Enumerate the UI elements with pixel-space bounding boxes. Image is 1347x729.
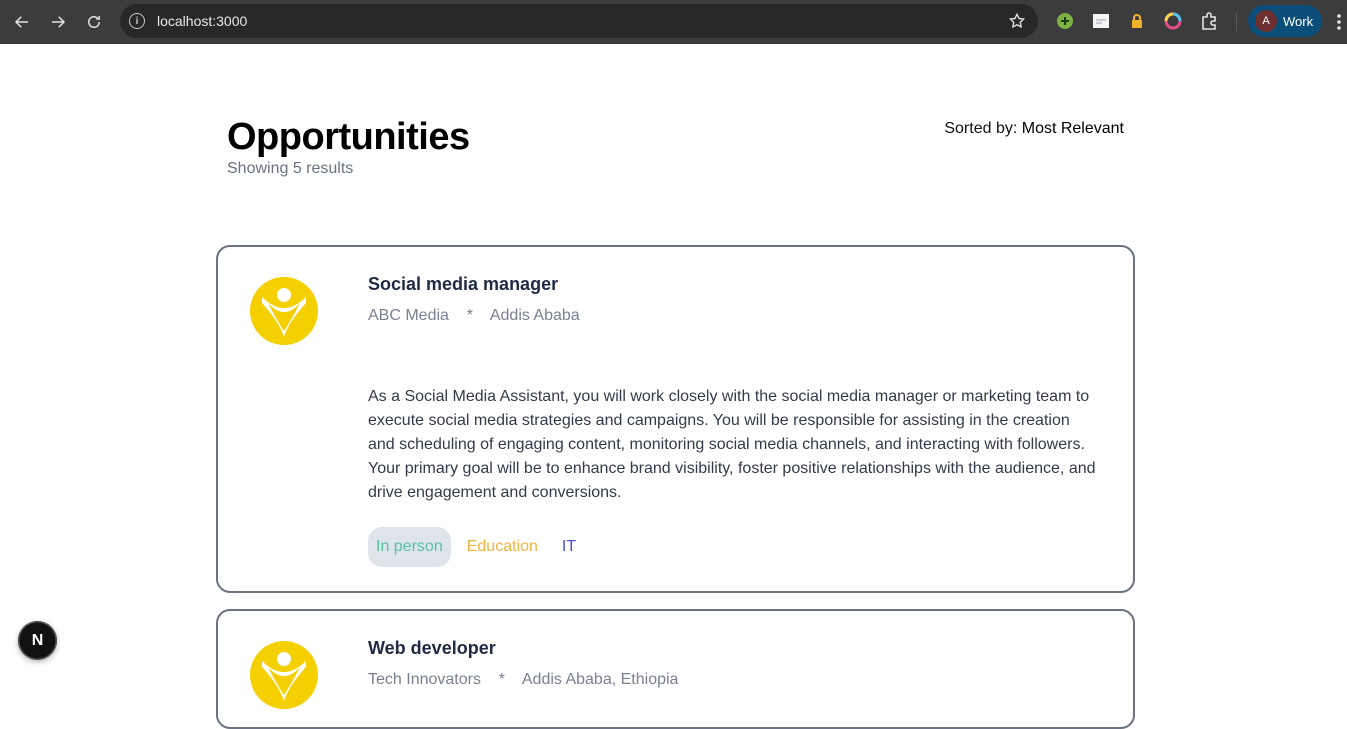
company-logo — [250, 277, 318, 345]
job-meta: Tech Innovators * Addis Ababa, Ethiopia — [368, 671, 678, 689]
forward-button[interactable] — [40, 4, 76, 40]
job-title[interactable]: Social media manager — [368, 274, 558, 295]
back-button[interactable] — [4, 4, 40, 40]
site-info-icon[interactable]: i — [129, 13, 145, 29]
tag-education: Education — [466, 538, 538, 555]
tag-in-person: In person — [368, 527, 451, 567]
job-location: Addis Ababa, Ethiopia — [521, 671, 679, 688]
job-meta: ABC Media * Addis Ababa — [368, 307, 580, 325]
profile-button[interactable]: A Work — [1248, 5, 1322, 37]
tag-it: IT — [561, 538, 577, 555]
sort-control[interactable]: Sorted by: Most Relevant — [944, 120, 1124, 138]
reload-icon — [88, 16, 100, 28]
extension-green-plus-icon[interactable] — [1055, 11, 1075, 31]
arrow-right-icon — [52, 16, 66, 28]
avatar: A — [1255, 10, 1277, 32]
sort-value[interactable]: Most Relevant — [1022, 120, 1124, 137]
reload-button[interactable] — [76, 4, 112, 40]
extension-lock-icon[interactable] — [1127, 11, 1147, 31]
address-bar[interactable]: i localhost:3000 — [120, 4, 1038, 38]
results-count: Showing 5 results — [227, 160, 354, 177]
company-name: ABC Media — [368, 307, 449, 324]
browser-toolbar: i localhost:3000 A Work — [0, 0, 1347, 44]
extension-white-card-icon[interactable] — [1091, 11, 1111, 31]
tag-list: In person Education IT — [368, 527, 592, 567]
opportunity-card[interactable]: Social media manager ABC Media * Addis A… — [216, 245, 1135, 593]
job-title[interactable]: Web developer — [368, 638, 496, 659]
opportunity-card[interactable]: Web developer Tech Innovators * Addis Ab… — [216, 609, 1135, 729]
sort-label: Sorted by: — [944, 120, 1022, 137]
meta-separator: * — [498, 671, 505, 688]
bookmark-star-icon[interactable] — [1008, 12, 1026, 30]
arrow-left-icon — [14, 16, 28, 28]
more-menu-icon[interactable] — [1336, 13, 1342, 31]
dev-tools-badge[interactable]: N — [18, 621, 57, 660]
extensions-puzzle-icon[interactable] — [1199, 11, 1219, 31]
company-logo — [250, 641, 318, 709]
meta-separator: * — [466, 307, 473, 324]
url-text[interactable]: localhost:3000 — [157, 13, 247, 29]
profile-name: Work — [1283, 13, 1314, 29]
company-name: Tech Innovators — [368, 671, 481, 688]
job-description: As a Social Media Assistant, you will wo… — [368, 388, 1096, 501]
extension-color-ring-icon[interactable] — [1163, 11, 1183, 31]
job-location: Addis Ababa — [489, 307, 580, 324]
toolbar-divider — [1236, 13, 1237, 31]
page-title: Opportunities — [227, 116, 470, 158]
